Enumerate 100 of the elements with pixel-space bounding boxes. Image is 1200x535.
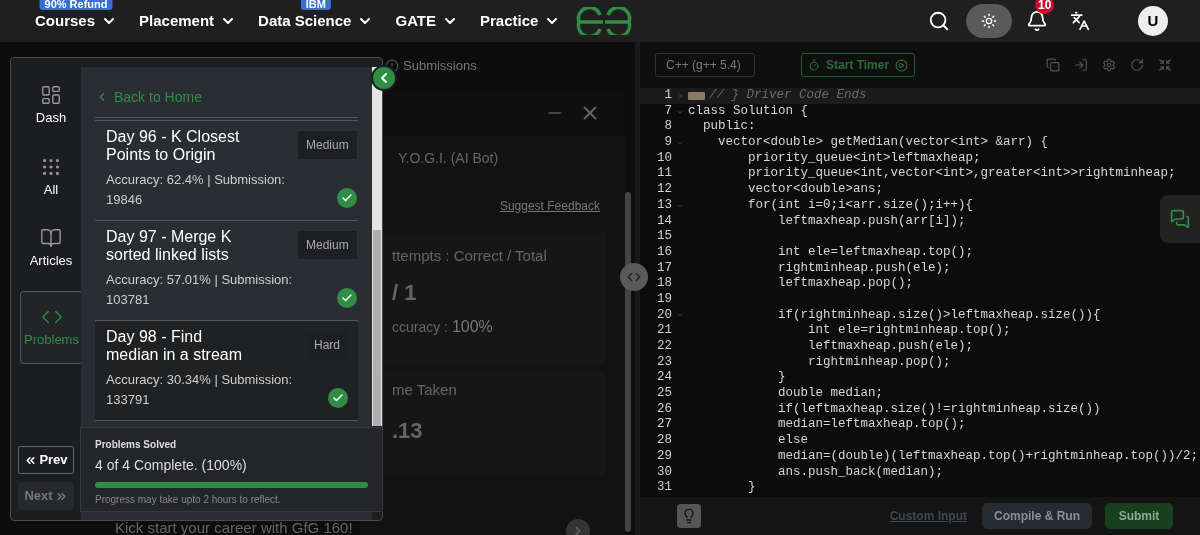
line-number: 11 [656, 166, 672, 183]
line-number: 24 [656, 370, 672, 387]
book-icon [40, 227, 62, 249]
user-avatar[interactable]: U [1138, 6, 1168, 36]
sidebar-nav-item[interactable]: All [20, 147, 82, 207]
line-number: 14 [656, 213, 672, 230]
progress-note: Progress may take upto 2 hours to reflect. [95, 493, 282, 507]
bot-title: Y.O.G.I. (AI Bot) [398, 149, 500, 168]
feedback-link[interactable]: Suggest Feedback [499, 197, 600, 215]
menu-badge: 90% Refund [39, 0, 113, 10]
code-line: int ele=rightminheap.top(); [807, 323, 1011, 339]
nav-menu-item[interactable]: Placement [139, 9, 237, 33]
line-number: 12 [656, 182, 672, 198]
code-line: class Solution { [688, 103, 809, 120]
chat-icon [1170, 209, 1190, 229]
sidebar-nav-item[interactable]: Problems [20, 290, 82, 364]
sun-icon [981, 13, 997, 29]
search-icon[interactable] [928, 10, 950, 32]
code-line: // } Driver Code Ends [709, 88, 867, 104]
menu-badge: IBM [300, 0, 331, 10]
problem-stats: Accuracy: 57.01% | Submission: 103781 [106, 271, 294, 309]
compile-run-button[interactable]: Compile & Run [982, 503, 1092, 529]
stat-label: ccuracy : [392, 317, 449, 337]
reset-icon[interactable] [1130, 58, 1144, 72]
problem-title: Day 98 - Find median in a stream [106, 328, 244, 364]
problem-card[interactable]: Day 96 - K Closest Points to Origin Accuracy: 62.4% | Submission: 19846 Medium [95, 121, 358, 221]
sidebar-nav-item[interactable]: Articles [20, 219, 82, 279]
line-number: 16 [656, 244, 672, 261]
line-number: 19 [656, 291, 672, 308]
code-line: if(rightminheap.size()>leftmaxheap.size()){ [777, 307, 1101, 324]
code-line: vector<double> getMedian(vector<int> &arr) { [717, 135, 1049, 151]
previous-button[interactable]: Prev [18, 446, 74, 474]
nav-menu-item[interactable]: Practice [480, 9, 561, 33]
code-line: ans.push_back(median); [777, 464, 944, 481]
code-line: public: [702, 119, 756, 136]
code-icon [627, 270, 641, 284]
code-line: median=leftmaxheap.top(); [777, 417, 966, 434]
language-select[interactable]: C++ (g++ 5.4) [655, 53, 755, 77]
code-line: } [747, 480, 756, 496]
play-icon [895, 58, 909, 72]
stat-value: .13 [392, 416, 424, 445]
code-line: rightminheap.push(ele); [777, 260, 951, 277]
line-number: 18 [656, 276, 672, 292]
line-number: 30 [656, 464, 672, 481]
nav-menu-item[interactable]: GATE [395, 9, 459, 33]
line-number: 27 [656, 417, 672, 434]
problem-stats: Accuracy: 30.34% | Submission: 133791 [106, 371, 294, 409]
line-number: 8 [663, 119, 672, 136]
lightbulb-icon [681, 508, 697, 524]
code-line: } [777, 370, 786, 387]
stat-label: ttempts : Correct / Total [392, 246, 548, 266]
problem-card[interactable]: Day 98 - Find median in a stream Accuracy: 30.34% | Submission: 133791 Hard [95, 321, 358, 421]
stat-value: / 1 [392, 278, 418, 307]
line-number: 23 [656, 354, 672, 371]
line-number: 29 [656, 448, 672, 465]
submit-button[interactable]: Submit [1105, 503, 1173, 529]
difficulty-tag: Medium [298, 231, 357, 259]
nav-menu-item[interactable]: Data Science [258, 9, 374, 33]
code-line: leftmaxheap.push(arr[i]); [777, 213, 966, 230]
line-number: 28 [656, 433, 672, 449]
code-line: if(leftmaxheap.size()!=rightminheap.size()) [777, 401, 1101, 418]
stat-value: 100% [451, 316, 493, 337]
bell-icon[interactable] [1026, 10, 1048, 32]
hint-button[interactable] [677, 504, 701, 528]
code-line: priority_queue<int,vector<int>,greater<int>>rightminheap; [747, 166, 1176, 183]
code-line: int ele=leftmaxheap.top(); [777, 244, 974, 261]
submissions-tab[interactable]: Submissions [403, 56, 477, 76]
problem-stats: Accuracy: 62.4% | Submission: 19846 [106, 171, 286, 209]
line-number: 7 [663, 103, 672, 120]
problem-title: Day 96 - K Closest Points to Origin [106, 128, 241, 164]
difficulty-tag: Medium [298, 131, 357, 159]
notification-badge: 10 [1035, 0, 1055, 14]
line-number: 1 [663, 88, 672, 104]
line-number: 31 [656, 480, 672, 496]
code-line: for(int i=0;i<arr.size();i++){ [747, 197, 974, 214]
logo[interactable] [576, 7, 632, 35]
folded-code-marker[interactable] [688, 92, 705, 100]
line-number: 15 [656, 229, 672, 245]
line-number: 13 [656, 197, 672, 214]
stat-label: me Taken [392, 380, 458, 400]
chat-button[interactable] [1160, 195, 1200, 243]
theme-toggle[interactable] [966, 4, 1012, 38]
code-line: leftmaxheap.push(ele); [807, 339, 974, 355]
sidebar-nav-item[interactable]: Dash [20, 76, 82, 136]
code-line: leftmaxheap.pop(); [777, 276, 914, 292]
line-number: 10 [656, 150, 672, 167]
code-line: vector<double>ans; [747, 182, 884, 198]
code-line: double median; [777, 386, 884, 402]
line-number: 17 [656, 260, 672, 277]
code-line: else [777, 433, 809, 449]
copy-icon[interactable] [1046, 58, 1060, 72]
timer-icon [808, 59, 820, 71]
fullscreen-icon[interactable] [1158, 58, 1172, 72]
settings-icon[interactable] [1102, 58, 1116, 72]
import-icon[interactable] [1074, 58, 1088, 72]
code-line: median=(double)(leftmaxheap.top()+rightminheap.top())/2; [777, 448, 1199, 465]
nav-menu-item[interactable]: Courses [35, 9, 118, 33]
translate-icon[interactable] [1070, 11, 1090, 31]
progress-title: Problems Solved [95, 438, 178, 452]
code-line: priority_queue<int>leftmaxheap; [747, 150, 981, 167]
